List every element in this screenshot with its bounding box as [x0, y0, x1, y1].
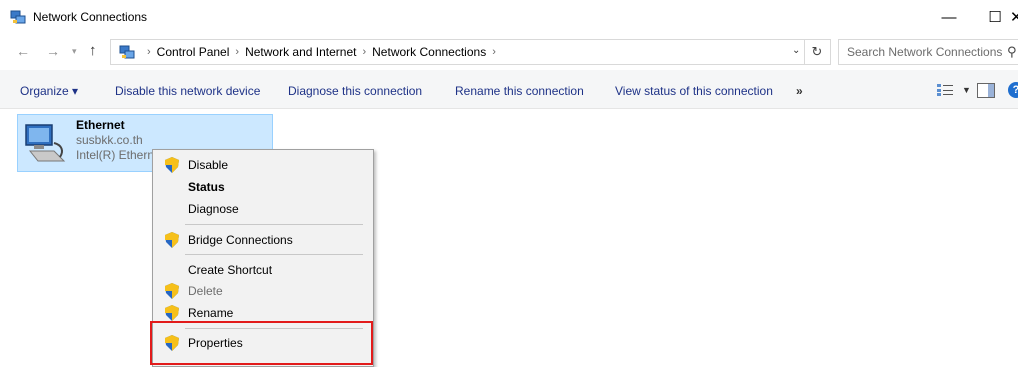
menu-divider — [185, 254, 363, 255]
diagnose-connection-button[interactable]: Diagnose this connection — [288, 84, 422, 98]
menu-item-label: Disable — [188, 158, 229, 172]
minimize-button[interactable]: — — [926, 0, 972, 34]
breadcrumb-separator-icon[interactable]: › — [362, 46, 366, 58]
uac-shield-icon — [165, 283, 179, 299]
properties-highlight-box — [150, 321, 373, 365]
menu-item-create-shortcut[interactable]: Create Shortcut — [153, 259, 373, 281]
breadcrumb-network-connections[interactable]: Network Connections — [372, 45, 486, 59]
up-arrow-icon[interactable]: ↑ — [89, 42, 97, 59]
close-button[interactable]: ✕ — [1010, 0, 1018, 34]
uac-shield-icon — [165, 157, 179, 173]
view-status-button[interactable]: View status of this connection — [615, 84, 773, 98]
window-title: Network Connections — [33, 10, 148, 24]
menu-item-label: Bridge Connections — [188, 233, 293, 247]
address-row: ← → ▾ ↑ › Control Panel › Network and In… — [0, 34, 1018, 70]
menu-item-label: Delete — [188, 284, 223, 298]
menu-item-label: Create Shortcut — [188, 263, 273, 277]
forward-arrow-icon[interactable]: → — [46, 43, 60, 59]
search-placeholder: Search Network Connections — [847, 45, 1003, 59]
menu-item-diagnose[interactable]: Diagnose — [153, 198, 373, 220]
menu-item-disable[interactable]: Disable — [153, 154, 373, 176]
control-panel-icon — [119, 45, 135, 59]
network-connections-icon — [10, 10, 26, 24]
menu-item-label: Rename — [188, 306, 234, 320]
menu-divider — [185, 224, 363, 225]
uac-shield-icon — [165, 232, 179, 248]
breadcrumb-separator-icon[interactable]: › — [147, 46, 151, 58]
search-input[interactable]: Search Network Connections ⚲ — [838, 39, 1018, 65]
menu-item-bridge-connections[interactable]: Bridge Connections — [153, 229, 373, 251]
ethernet-adapter-icon — [25, 124, 66, 162]
recent-locations-chevron-icon[interactable]: ▾ — [72, 46, 77, 57]
connection-adapter: Intel(R) Ethern — [76, 148, 155, 162]
breadcrumb-separator-icon[interactable]: › — [235, 46, 239, 58]
breadcrumb-separator-icon[interactable]: › — [492, 46, 496, 58]
command-bar: Organize ▾ Disable this network device D… — [0, 70, 1018, 109]
address-bar[interactable]: › Control Panel › Network and Internet ›… — [110, 39, 805, 65]
title-bar: Network Connections — ☐ ✕ — [0, 0, 1018, 34]
menu-item-label: Diagnose — [188, 202, 239, 216]
uac-shield-icon — [165, 305, 179, 321]
preview-pane-icon[interactable] — [977, 83, 995, 98]
refresh-icon: ↻ — [811, 44, 823, 59]
menu-item-label: Status — [188, 180, 225, 194]
help-icon[interactable]: ? — [1008, 82, 1018, 98]
refresh-button[interactable]: ↻ — [804, 39, 831, 65]
menu-item-status[interactable]: Status — [153, 176, 373, 198]
change-view-icon[interactable] — [937, 83, 953, 96]
breadcrumb-network-and-internet[interactable]: Network and Internet — [245, 45, 356, 59]
organize-button[interactable]: Organize ▾ — [20, 84, 78, 98]
view-options-chevron-icon[interactable]: ▼ — [962, 85, 971, 95]
breadcrumb: › Control Panel › Network and Internet ›… — [141, 45, 502, 59]
connection-domain: susbkk.co.th — [76, 133, 143, 147]
more-commands-button[interactable]: » — [796, 84, 803, 98]
breadcrumb-control-panel[interactable]: Control Panel — [157, 45, 230, 59]
back-arrow-icon[interactable]: ← — [16, 43, 30, 59]
rename-connection-button[interactable]: Rename this connection — [455, 84, 584, 98]
menu-item-delete: Delete — [153, 280, 373, 302]
address-dropdown-chevron-icon[interactable]: ⌄ — [792, 45, 800, 56]
search-icon[interactable]: ⚲ — [1007, 44, 1017, 60]
connection-name: Ethernet — [76, 118, 125, 132]
disable-device-button[interactable]: Disable this network device — [115, 84, 260, 98]
